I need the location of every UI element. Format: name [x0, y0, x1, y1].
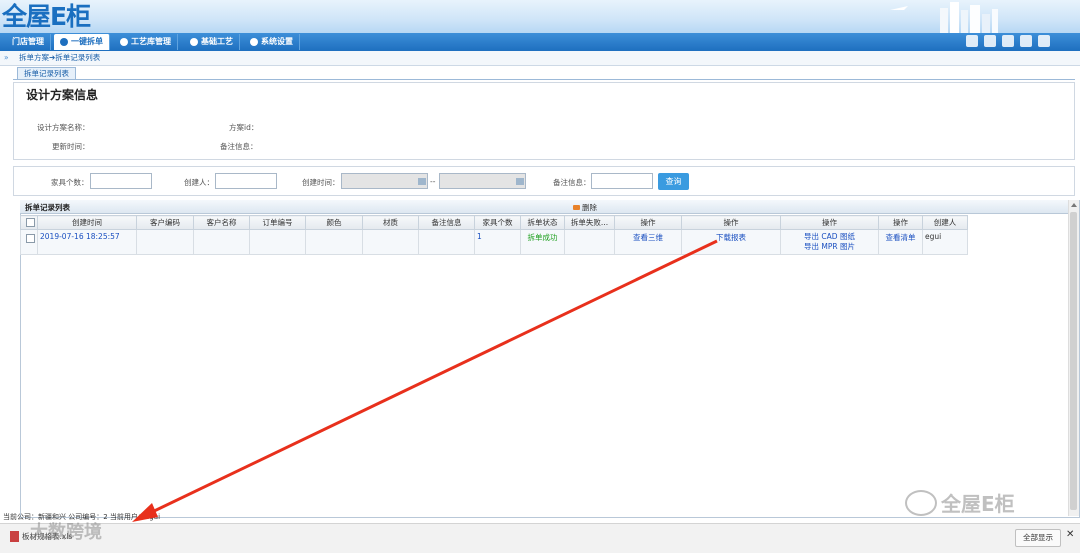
date-range-separator: -- [430, 177, 436, 186]
export-mpr-link[interactable]: 导出 MPR 图片 [783, 242, 876, 252]
main-nav: 门店管理 一键拆单 工艺库管理 基础工艺 系统设置 [0, 33, 1080, 51]
calendar-icon[interactable] [418, 178, 426, 185]
column-header[interactable]: 客户名称 [193, 215, 250, 230]
delete-icon [573, 205, 580, 210]
nav-one-click-split[interactable]: 一键拆单 [54, 34, 110, 50]
gear-icon [120, 38, 128, 46]
skyline-decoration [890, 2, 998, 33]
search-panel [13, 166, 1075, 196]
column-header[interactable]: 创建人 [922, 215, 968, 230]
app-logo: 全屋E柜 [2, 2, 91, 31]
lock-icon[interactable] [984, 35, 996, 47]
column-header[interactable]: 家具个数 [474, 215, 521, 230]
select-all-checkbox-cell[interactable] [20, 215, 38, 230]
column-header[interactable]: 备注信息 [418, 215, 475, 230]
scroll-up-icon[interactable] [1071, 203, 1077, 207]
cell-customer-code [136, 229, 194, 255]
wechat-icon [905, 489, 937, 516]
export-cell: 导出 CAD 图纸 导出 MPR 图片 [780, 229, 879, 255]
column-header[interactable]: 订单编号 [249, 215, 306, 230]
cell-customer-name [193, 229, 250, 255]
table-row[interactable]: 2019-07-16 18:25:57 1 拆单成功 查看三维 下载报表 导出 … [20, 229, 968, 255]
create-time-label: 创建时间： [302, 178, 340, 187]
delete-button[interactable]: 删除 [573, 202, 597, 213]
download-bar [0, 523, 1080, 553]
view-3d-link[interactable]: 查看三维 [614, 229, 682, 255]
create-time-end-input[interactable] [439, 173, 526, 189]
remark-label: 备注信息： [220, 142, 258, 151]
column-header: 操作 [681, 215, 781, 230]
tab-split-records[interactable]: 拆单记录列表 [17, 67, 76, 79]
column-header[interactable]: 材质 [362, 215, 419, 230]
double-chevron-icon[interactable]: » [4, 51, 9, 65]
watermark-right: 全屋E柜 [905, 488, 1015, 517]
table-header-row: 创建时间 客户编码 客户名称 订单编号 颜色 材质 备注信息 家具个数 拆单状态… [20, 215, 968, 230]
column-header: 操作 [614, 215, 682, 230]
column-header[interactable]: 拆单状态 [520, 215, 565, 230]
column-header: 操作 [878, 215, 923, 230]
logout-icon[interactable] [1038, 35, 1050, 47]
nav-process-library[interactable]: 工艺库管理 [114, 34, 178, 50]
creator-label: 创建人： [184, 178, 214, 187]
export-cad-link[interactable]: 导出 CAD 图纸 [783, 232, 876, 242]
scheme-name-label: 设计方案名称： [37, 123, 90, 132]
remark-search-label: 备注信息： [553, 178, 591, 187]
query-button[interactable]: 查询 [658, 173, 689, 190]
remark-input[interactable] [591, 173, 653, 189]
scrollbar-thumb[interactable] [1070, 212, 1077, 510]
download-report-link[interactable]: 下载报表 [681, 229, 781, 255]
row-checkbox[interactable] [26, 234, 35, 243]
cell-color [305, 229, 363, 255]
create-time-start-input[interactable] [341, 173, 428, 189]
toolbar-icons [966, 35, 1050, 49]
watermark-left: 大数跨境 [30, 522, 102, 543]
view-list-link[interactable]: 查看清单 [878, 229, 923, 255]
update-time-label: 更新时间： [52, 142, 90, 151]
column-header[interactable]: 颜色 [305, 215, 363, 230]
column-header[interactable]: 拆单失败... [564, 215, 615, 230]
home-icon[interactable] [966, 35, 978, 47]
cell-creator: egui [922, 229, 968, 255]
breadcrumb-text[interactable]: 拆单方案➔拆单记录列表 [19, 51, 100, 65]
design-info-panel [13, 82, 1075, 160]
column-header[interactable]: 创建时间 [37, 215, 137, 230]
calendar-icon[interactable] [516, 178, 524, 185]
close-icon[interactable]: ✕ [1066, 529, 1074, 540]
furniture-count-label: 家具个数： [51, 178, 89, 187]
scheme-id-label: 方案id： [229, 123, 259, 132]
cell-fail-reason [564, 229, 615, 255]
furniture-count-input[interactable] [90, 173, 152, 189]
nav-store-management[interactable]: 门店管理 [6, 34, 51, 50]
puzzle-icon [190, 38, 198, 46]
cell-split-status: 拆单成功 [520, 229, 565, 255]
creator-input[interactable] [215, 173, 277, 189]
settings-icon [250, 38, 258, 46]
file-icon [10, 531, 19, 542]
nav-basic-process[interactable]: 基础工艺 [184, 34, 240, 50]
row-checkbox-cell[interactable] [20, 229, 38, 255]
tab-bar: 拆单记录列表 [13, 67, 1075, 80]
app-header: 全屋E柜 [0, 0, 1080, 33]
show-all-button[interactable]: 全部显示 [1015, 529, 1061, 547]
cell-create-time: 2019-07-16 18:25:57 [37, 229, 137, 255]
cell-order-no [249, 229, 306, 255]
grid-toolbar [20, 200, 1068, 214]
check-circle-icon [60, 38, 68, 46]
column-header[interactable]: 客户编码 [136, 215, 194, 230]
column-header: 操作 [780, 215, 879, 230]
gear-icon[interactable] [1020, 35, 1032, 47]
grid-scrollbar[interactable] [1068, 200, 1079, 516]
user-icon[interactable] [1002, 35, 1014, 47]
records-table: 创建时间 客户编码 客户名称 订单编号 颜色 材质 备注信息 家具个数 拆单状态… [20, 215, 968, 255]
grid-title: 拆单记录列表 [25, 203, 70, 212]
nav-system-settings[interactable]: 系统设置 [244, 34, 300, 50]
cell-furniture-count: 1 [474, 229, 521, 255]
cell-remark [418, 229, 475, 255]
design-info-title: 设计方案信息 [24, 86, 101, 103]
cell-material [362, 229, 419, 255]
breadcrumb: » 拆单方案➔拆单记录列表 [0, 51, 1080, 66]
select-all-checkbox[interactable] [26, 218, 35, 227]
